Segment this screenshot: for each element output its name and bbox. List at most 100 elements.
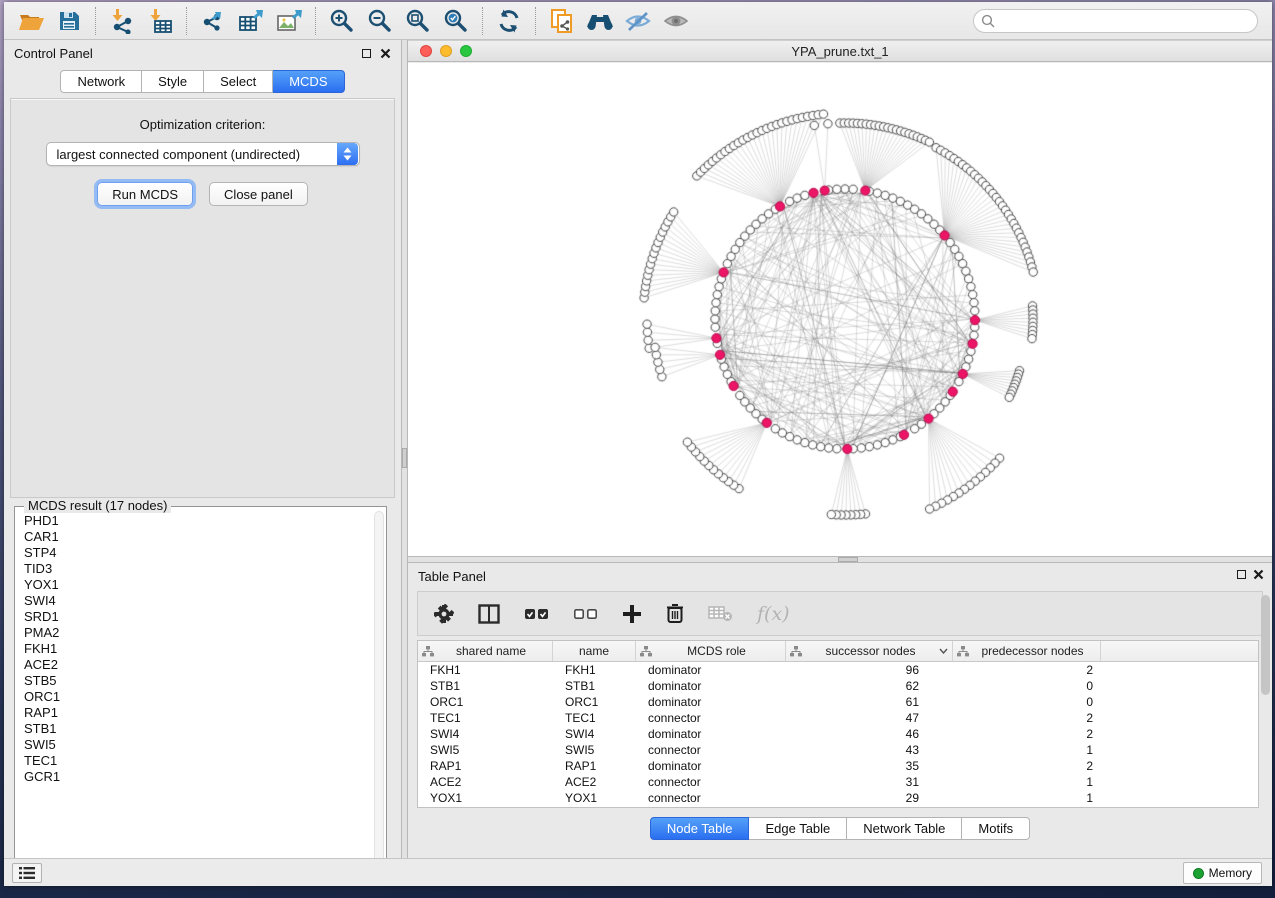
zoom-selected-icon[interactable]: [437, 5, 475, 37]
table-cell: 61: [786, 694, 953, 710]
table-cell: ACE2: [553, 774, 636, 790]
delete-column-icon[interactable]: [666, 603, 684, 624]
add-column-icon[interactable]: [622, 604, 642, 624]
vertical-splitter[interactable]: [401, 40, 408, 858]
table-cell: 1: [953, 774, 1101, 790]
mcds-result-item[interactable]: SWI4: [24, 593, 372, 609]
column-header-predecessor-nodes[interactable]: predecessor nodes: [953, 641, 1101, 661]
table-cell: FKH1: [553, 662, 636, 678]
column-header-successor-nodes[interactable]: successor nodes: [786, 641, 953, 661]
table-cell: 2: [953, 710, 1101, 726]
table-cell: dominator: [636, 758, 786, 774]
mcds-result-item[interactable]: PMA2: [24, 625, 372, 641]
first-neighbors-icon[interactable]: [581, 5, 619, 37]
mcds-result-item[interactable]: STB1: [24, 721, 372, 737]
tab-mcds[interactable]: MCDS: [273, 70, 344, 93]
tab-edge-table[interactable]: Edge Table: [749, 817, 847, 840]
mcds-result-item[interactable]: YOX1: [24, 577, 372, 593]
close-panel-icon[interactable]: [380, 48, 391, 59]
column-header-shared-name[interactable]: shared name: [418, 641, 553, 661]
table-row[interactable]: FKH1FKH1dominator962: [418, 662, 1258, 678]
table-row[interactable]: STB1STB1dominator620: [418, 678, 1258, 694]
table-row[interactable]: SWI4SWI4dominator462: [418, 726, 1258, 742]
show-all-columns-icon[interactable]: [524, 607, 549, 621]
vertical-splitter-handle[interactable]: [402, 448, 407, 468]
save-session-icon[interactable]: [50, 5, 88, 37]
mcds-result-item[interactable]: ORC1: [24, 689, 372, 705]
tab-select[interactable]: Select: [204, 70, 273, 93]
table-options-icon[interactable]: [434, 604, 454, 624]
table-cell: ACE2: [418, 774, 553, 790]
column-header-mcds-role[interactable]: MCDS role: [636, 641, 786, 661]
mcds-result-item[interactable]: SWI5: [24, 737, 372, 753]
horizontal-splitter-handle[interactable]: [838, 557, 858, 562]
shared-column-icon: [422, 646, 434, 657]
table-cell: dominator: [636, 678, 786, 694]
table-row[interactable]: RAP1RAP1dominator352: [418, 758, 1258, 774]
mcds-list-scrollbar[interactable]: [374, 511, 384, 871]
open-file-icon[interactable]: [12, 5, 50, 37]
export-image-icon[interactable]: [270, 5, 308, 37]
import-table-icon[interactable]: [141, 5, 179, 37]
tab-network-table[interactable]: Network Table: [847, 817, 962, 840]
optimization-criterion-select[interactable]: largest connected component (undirected): [46, 142, 360, 166]
refresh-layout-icon[interactable]: [490, 5, 528, 37]
mcds-result-item[interactable]: STP4: [24, 545, 372, 561]
table-row[interactable]: TEC1TEC1connector472: [418, 710, 1258, 726]
float-panel-icon[interactable]: [362, 49, 371, 58]
show-all-icon[interactable]: [657, 5, 695, 37]
table-cell: FKH1: [418, 662, 553, 678]
copy-style-icon[interactable]: [543, 5, 581, 37]
zoom-out-icon[interactable]: [361, 5, 399, 37]
table-cell: 43: [786, 742, 953, 758]
table-cell: 29: [786, 790, 953, 806]
mcds-result-item[interactable]: CAR1: [24, 529, 372, 545]
hide-selected-icon[interactable]: [619, 5, 657, 37]
tab-network[interactable]: Network: [60, 70, 142, 93]
export-table-icon[interactable]: [232, 5, 270, 37]
import-network-icon[interactable]: [103, 5, 141, 37]
zoom-fit-icon[interactable]: [399, 5, 437, 37]
horizontal-splitter[interactable]: [408, 556, 1272, 563]
tab-motifs[interactable]: Motifs: [962, 817, 1030, 840]
close-table-panel-icon[interactable]: [1253, 569, 1264, 580]
mcds-result-item[interactable]: FKH1: [24, 641, 372, 657]
export-network-icon[interactable]: [194, 5, 232, 37]
mcds-result-item[interactable]: TEC1: [24, 753, 372, 769]
delete-table-icon[interactable]: [708, 605, 733, 622]
mcds-result-item[interactable]: SRD1: [24, 609, 372, 625]
table-row[interactable]: PHD1PHD1dominator180: [418, 806, 1258, 808]
table-cell: 0: [953, 678, 1101, 694]
tab-node-table[interactable]: Node Table: [650, 817, 750, 840]
table-cell: connector: [636, 774, 786, 790]
table-toolbar: f(x): [417, 591, 1263, 636]
network-titlebar[interactable]: YPA_prune.txt_1: [408, 40, 1272, 62]
zoom-in-icon[interactable]: [323, 5, 361, 37]
table-scrollbar-thumb[interactable]: [1261, 595, 1270, 695]
mcds-result-item[interactable]: STB5: [24, 673, 372, 689]
toolbar-separator: [482, 7, 483, 35]
table-row[interactable]: YOX1YOX1connector291: [418, 790, 1258, 806]
search-input[interactable]: [973, 9, 1258, 33]
close-panel-button[interactable]: Close panel: [209, 182, 308, 206]
run-mcds-button[interactable]: Run MCDS: [97, 182, 193, 206]
mcds-result-item[interactable]: RAP1: [24, 705, 372, 721]
mcds-result-item[interactable]: TID3: [24, 561, 372, 577]
mcds-result-item[interactable]: GCR1: [24, 769, 372, 785]
tab-style[interactable]: Style: [142, 70, 204, 93]
task-history-button[interactable]: [12, 863, 42, 883]
column-header-name[interactable]: name: [553, 641, 636, 661]
network-canvas[interactable]: [408, 63, 1272, 555]
sort-descending-icon: [939, 648, 948, 654]
mcds-result-item[interactable]: ACE2: [24, 657, 372, 673]
table-row[interactable]: ACE2ACE2connector311: [418, 774, 1258, 790]
mcds-result-item[interactable]: PHD1: [24, 513, 372, 529]
node-table-body: FKH1FKH1dominator962STB1STB1dominator620…: [418, 662, 1258, 808]
table-row[interactable]: ORC1ORC1dominator610: [418, 694, 1258, 710]
split-view-icon[interactable]: [478, 604, 500, 624]
memory-status-icon: [1193, 868, 1204, 879]
table-row[interactable]: SWI5SWI5connector431: [418, 742, 1258, 758]
memory-button[interactable]: Memory: [1183, 862, 1262, 884]
hide-all-columns-icon[interactable]: [573, 607, 598, 621]
float-table-panel-icon[interactable]: [1237, 570, 1246, 579]
